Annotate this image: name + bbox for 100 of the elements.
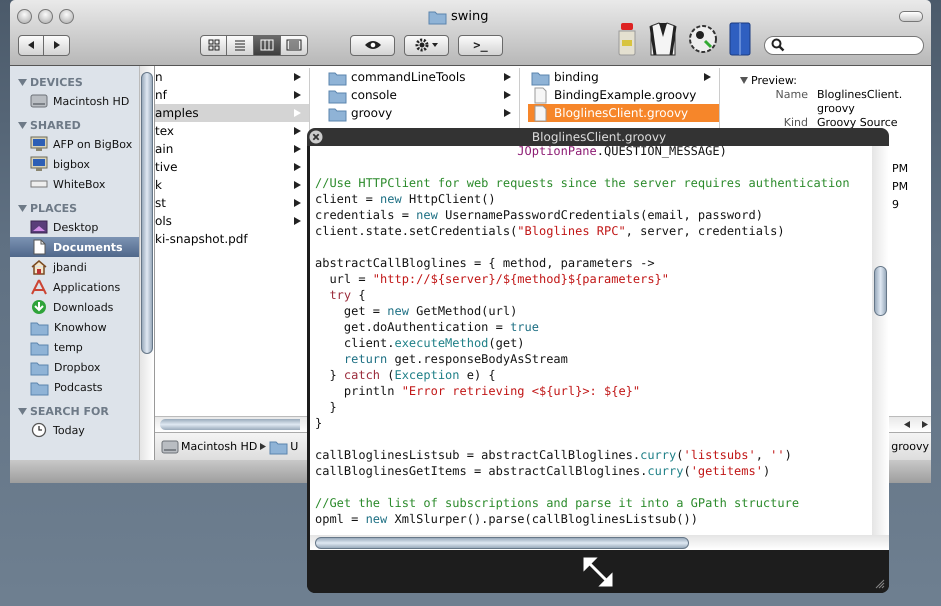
info-value: BloglinesClient.groovy: [817, 88, 904, 116]
back-button[interactable]: [18, 34, 44, 56]
code-line: credentials = new UsernamePasswordCredentials(email, password): [315, 207, 764, 223]
code-line: return get.responseBodyAsStream: [342, 351, 569, 367]
view-mode-button[interactable]: [200, 34, 227, 56]
info-value: 9: [892, 197, 899, 213]
file-row[interactable]: ols: [155, 212, 309, 230]
code-line: }: [315, 415, 324, 431]
sidebar-item[interactable]: jbandi: [10, 257, 140, 277]
sidebar-section-header: SHARED: [30, 118, 81, 132]
code-line: client.state.setCredentials("Bloglines RPC", server, credentials): [315, 223, 786, 239]
clock-icon: [30, 422, 48, 438]
file-row[interactable]: console: [325, 86, 519, 104]
code-line: client.executeMethod(get): [342, 335, 526, 351]
eye-icon: [364, 40, 382, 50]
gear-icon: [414, 38, 438, 52]
toolbar-toggle-button[interactable]: [899, 10, 923, 22]
close-button[interactable]: [17, 8, 32, 24]
fullscreen-arrows-icon[interactable]: [583, 556, 613, 586]
code-line: callBloglinesGetItems = abstractCallBloglines.curry('getitems'): [315, 463, 772, 479]
sidebar-item[interactable]: Dropbox: [10, 357, 140, 377]
code-line: get = new GetMethod(url): [342, 303, 518, 319]
view-mode-button[interactable]: [227, 34, 254, 56]
info-label: Name: [774, 88, 808, 103]
info-value: Groovy Source: [817, 116, 899, 130]
code-line: JOptionPane.QUESTION_MESSAGE): [516, 144, 728, 159]
file-row[interactable]: k: [155, 176, 309, 194]
view-mode-button[interactable]: [281, 34, 308, 56]
monitor-icon: [30, 156, 48, 172]
download-icon: [30, 299, 48, 315]
scrollbar-thumb[interactable]: [160, 419, 300, 430]
desktop-icon: [30, 219, 48, 235]
shirt-icon[interactable]: [649, 22, 677, 56]
file-row[interactable]: ain: [155, 140, 309, 158]
columns-icon: [260, 39, 274, 51]
house-icon: [30, 259, 48, 275]
quick-look-button[interactable]: [350, 34, 395, 56]
path-item[interactable]: U: [269, 438, 298, 455]
code-line: callBloglinesListsub = abstractCallBloglines.curry('listsubs', ''): [315, 447, 793, 463]
code-line: //Get the list of subscriptions and parse it into a GPath structure: [315, 495, 800, 511]
info-value: PM: [892, 179, 908, 195]
file-row[interactable]: tive: [155, 158, 309, 176]
file-row[interactable]: commandLineTools: [325, 68, 519, 86]
book-icon[interactable]: [729, 22, 751, 56]
sidebar-item[interactable]: AFP on BigBox: [10, 134, 140, 154]
code-line: try {: [328, 287, 367, 303]
path-item[interactable]: groovy: [891, 440, 929, 453]
resize-grip-icon[interactable]: [875, 579, 885, 589]
panel-title: BloglinesClient.groovy: [532, 130, 668, 144]
info-label: Kind: [782, 116, 808, 130]
sidebar-item[interactable]: Knowhow: [10, 317, 140, 337]
code-line: } catch (Exception e) {: [328, 367, 497, 383]
close-icon[interactable]: [309, 130, 323, 144]
scrollbar[interactable]: [310, 535, 889, 550]
sidebar-item[interactable]: Downloads: [10, 297, 140, 317]
forward-arrow-icon: [52, 40, 62, 50]
code-line: get.doAuthentication = true: [342, 319, 540, 335]
zoom-button[interactable]: [59, 8, 74, 24]
sidebar-item[interactable]: temp: [10, 337, 140, 357]
file-row[interactable]: nf: [155, 86, 309, 104]
sidebar-item[interactable]: Macintosh HD: [10, 91, 140, 111]
scrollbar[interactable]: [139, 66, 154, 460]
file-row[interactable]: groovy: [325, 104, 519, 122]
view-mode-button[interactable]: [254, 34, 281, 56]
sidebar-item[interactable]: Applications: [10, 277, 140, 297]
file-row[interactable]: BindingExample.groovy: [528, 86, 719, 104]
code-line: }: [328, 399, 338, 415]
code-line: //Use HTTPClient for web requests since the server requires authentication: [315, 175, 851, 191]
preview-heading: Preview:: [751, 74, 797, 86]
file-row[interactable]: st: [155, 194, 309, 212]
path-item[interactable]: Macintosh HD: [161, 438, 258, 454]
compass-ruler-icon: [30, 279, 48, 295]
sidebar-item[interactable]: Today: [10, 420, 140, 440]
info-value: PM: [892, 161, 908, 177]
file-row[interactable]: n: [155, 68, 309, 86]
code-line: url = "http://${server}/${method}${parameters}": [328, 271, 670, 287]
search-field[interactable]: [764, 36, 924, 54]
path-separator-icon: [260, 443, 266, 450]
action-menu-button[interactable]: [404, 34, 449, 56]
forward-button[interactable]: [44, 34, 70, 56]
sidebar-item[interactable]: Desktop: [10, 217, 140, 237]
terminal-button[interactable]: >_: [458, 34, 503, 56]
sidebar-item[interactable]: WhiteBox: [10, 174, 140, 194]
minimize-button[interactable]: [38, 8, 53, 24]
code-line: println "Error retrieving <${url}>: ${e}": [342, 383, 642, 399]
sidebar-item[interactable]: Documents: [10, 237, 140, 257]
sidebar-item[interactable]: Podcasts: [10, 377, 140, 397]
file-row[interactable]: amples: [155, 104, 309, 122]
sidebar-section-header: PLACES: [30, 202, 78, 214]
sidebar-item[interactable]: bigbox: [10, 154, 140, 174]
file-row[interactable]: ki-snapshot.pdf: [155, 230, 309, 248]
code-line: abstractCallBloglines = { method, parameters ->: [315, 255, 656, 271]
code-line: opml = new XmlSlurper().parse(callBloglinesListsub()): [315, 511, 699, 527]
scrollbar[interactable]: [872, 146, 889, 535]
file-row[interactable]: tex: [155, 122, 309, 140]
grid-icon: [208, 39, 220, 51]
search-icon: [771, 38, 785, 52]
file-row[interactable]: binding: [528, 68, 719, 86]
list-icon: [234, 39, 246, 51]
coverflow-icon: [286, 39, 302, 51]
